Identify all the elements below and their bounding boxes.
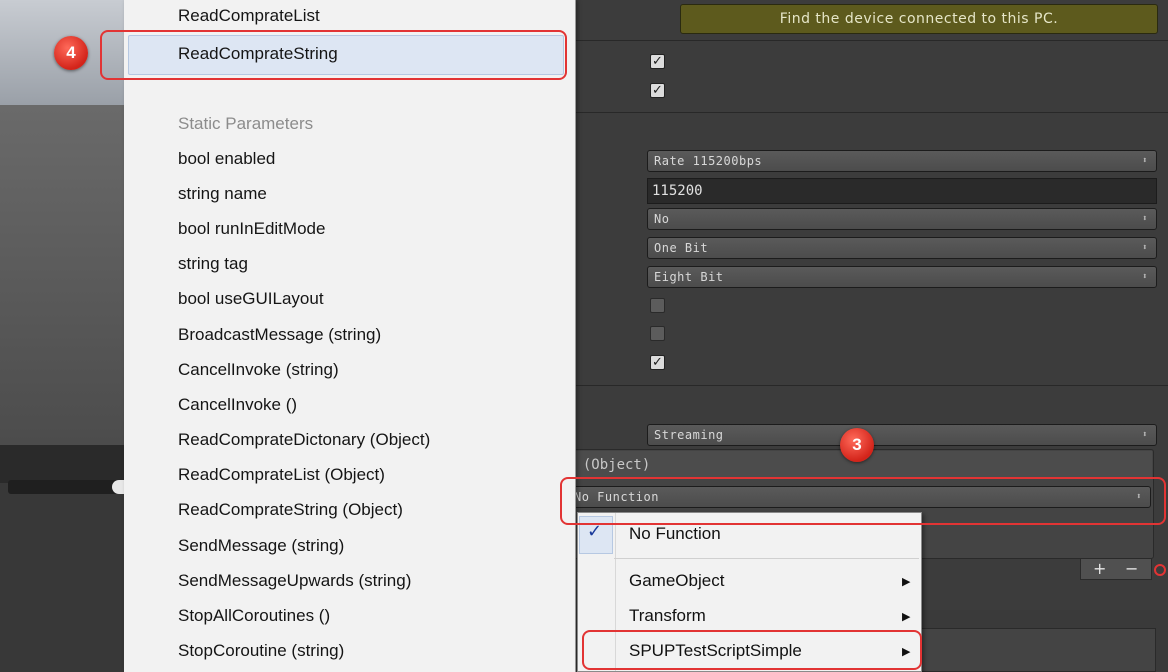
scene-slider-knob[interactable] [112, 480, 124, 494]
checkbox-checked[interactable]: ✓ [650, 54, 665, 69]
select-label: Eight Bit [654, 270, 724, 284]
menu-item-gameobject[interactable]: GameObject ▶ [629, 571, 919, 591]
inspector-divider [575, 40, 1168, 41]
annotation-badge-step3: 3 [840, 428, 874, 462]
select-label: No [654, 212, 670, 226]
checkbox-unchecked[interactable] [650, 326, 665, 341]
menu-item[interactable]: bool enabled [178, 149, 275, 169]
baud-rate-field[interactable]: 115200 [647, 178, 1157, 204]
menu-item[interactable]: SendMessage (string) [178, 536, 344, 556]
inspector-lower-field [912, 628, 1156, 672]
checkbox-checked[interactable]: ✓ [650, 83, 665, 98]
remove-listener-button[interactable]: − [1125, 559, 1138, 579]
menu-item[interactable]: bool runInEditMode [178, 219, 325, 239]
baud-rate-select[interactable]: Rate 115200bps ⬍ [647, 150, 1157, 172]
method-dropdown-menu: ReadComprateList ReadComprateString Stat… [124, 0, 576, 672]
stop-bits-select[interactable]: One Bit ⬍ [647, 237, 1157, 259]
menu-item[interactable]: CancelInvoke (string) [178, 360, 339, 380]
scene-slider-track[interactable] [8, 480, 120, 494]
select-arrows-icon: ⬍ [1142, 430, 1148, 440]
select-arrows-icon: ⬍ [1142, 272, 1148, 282]
menu-item[interactable]: StopAllCoroutines () [178, 606, 330, 626]
scene-view-ground [0, 105, 124, 445]
menu-separator [614, 558, 919, 559]
submenu-arrow-icon: ▶ [902, 576, 911, 588]
read-mode-select[interactable]: Streaming ⬍ [647, 424, 1157, 446]
select-arrows-icon: ⬍ [1142, 156, 1148, 166]
menu-item[interactable]: ReadComprateString (Object) [178, 500, 403, 520]
menu-item[interactable]: ReadComprateDictonary (Object) [178, 430, 430, 450]
static-parameters-header: Static Parameters [178, 114, 314, 133]
select-label: Rate 115200bps [654, 154, 763, 168]
select-arrows-icon: ⬍ [1142, 243, 1148, 253]
inspector-divider [575, 112, 1168, 113]
parity-select[interactable]: No ⬍ [647, 208, 1157, 230]
menu-item-label: Transform [629, 606, 706, 625]
checkbox-checked[interactable]: ✓ [650, 355, 665, 370]
menu-item[interactable]: ReadComprateList (Object) [178, 465, 385, 485]
menu-item-label: GameObject [629, 571, 725, 590]
menu-item[interactable]: string tag [178, 254, 248, 274]
annotation-highlight-step4 [100, 30, 567, 80]
find-device-button[interactable]: Find the device connected to this PC. [680, 4, 1158, 34]
menu-item[interactable]: SendMessageUpwards (string) [178, 571, 411, 591]
menu-item-transform[interactable]: Transform ▶ [629, 606, 919, 626]
checkbox-unchecked[interactable] [650, 298, 665, 313]
hierarchy-panel [0, 483, 124, 672]
menu-item[interactable]: bool useGUILayout [178, 289, 324, 309]
annotation-highlight-step3 [560, 477, 1166, 525]
scene-toolbar [0, 445, 124, 483]
select-label: Streaming [654, 428, 724, 442]
menu-item-readcomprate-list[interactable]: ReadComprateList [178, 6, 320, 26]
menu-item[interactable]: BroadcastMessage (string) [178, 325, 381, 345]
menu-item-no-function[interactable]: No Function [629, 524, 721, 544]
inspector-divider [575, 385, 1168, 386]
data-bits-select[interactable]: Eight Bit ⬍ [647, 266, 1157, 288]
add-listener-button[interactable]: + [1093, 559, 1106, 579]
select-arrows-icon: ⬍ [1142, 214, 1148, 224]
submenu-arrow-icon: ▶ [902, 611, 911, 623]
menu-item[interactable]: CancelInvoke () [178, 395, 297, 415]
menu-item[interactable]: string name [178, 184, 267, 204]
annotation-badge-step4: 4 [54, 36, 88, 70]
annotation-dot [1154, 564, 1166, 576]
annotation-highlight-script [582, 630, 922, 670]
menu-item[interactable]: StopCoroutine (string) [178, 641, 344, 661]
select-label: One Bit [654, 241, 709, 255]
event-list-controls: + − [1080, 558, 1152, 580]
